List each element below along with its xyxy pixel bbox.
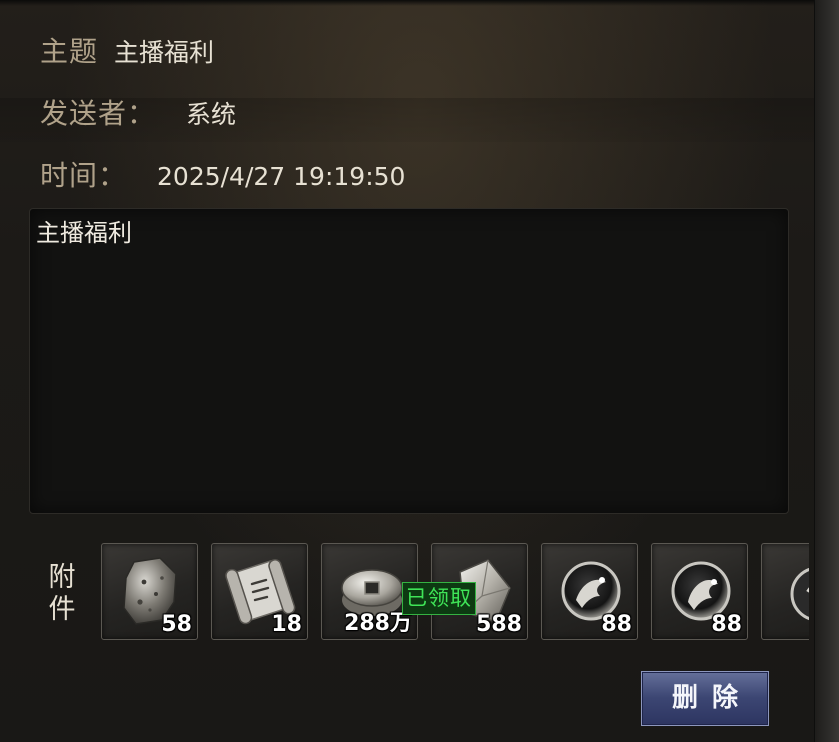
attachment-quantity: 588 <box>476 612 522 637</box>
attachment-quantity: 58 <box>161 612 192 637</box>
subject-row: 主题 主播福利 <box>40 30 214 70</box>
attachments-label-line2: 件 <box>48 594 76 625</box>
delete-button[interactable]: 删除 <box>641 671 769 726</box>
scrollbar-track[interactable] <box>814 0 839 742</box>
claimed-badge: 已领取 <box>402 582 476 615</box>
mail-body-text: 主播福利 <box>36 219 132 247</box>
attachment-quantity: 18 <box>271 612 302 637</box>
sender-row: 发送者： 系统 <box>40 92 236 132</box>
attachment-quantity: 88 <box>711 612 742 637</box>
top-edge <box>0 0 839 6</box>
time-value: 2025/4/27 19:19:50 <box>157 162 406 191</box>
mail-detail-panel: 主题 主播福利 发送者： 系统 时间： 2025/4/27 19:19:50 主… <box>0 0 839 742</box>
attachment-slot[interactable]: 88 <box>651 543 748 640</box>
subject-label: 主题 <box>40 35 99 68</box>
attachments-label-line1: 附 <box>48 562 76 593</box>
attachment-slot[interactable]: 58 <box>101 543 198 640</box>
attachment-slot[interactable] <box>761 543 809 640</box>
sender-value: 系统 <box>186 100 237 129</box>
sender-label: 发送者： <box>40 97 157 130</box>
mail-body: 主播福利 <box>29 208 789 514</box>
time-label: 时间： <box>40 159 128 192</box>
attachment-slot[interactable]: 18 <box>211 543 308 640</box>
attachments-label: 附 件 <box>46 562 78 626</box>
attachment-slot[interactable]: 88 <box>541 543 638 640</box>
attachment-quantity: 88 <box>601 612 632 637</box>
subject-value: 主播福利 <box>114 38 215 67</box>
orb-icon <box>790 568 809 620</box>
time-row: 时间： 2025/4/27 19:19:50 <box>40 154 405 194</box>
